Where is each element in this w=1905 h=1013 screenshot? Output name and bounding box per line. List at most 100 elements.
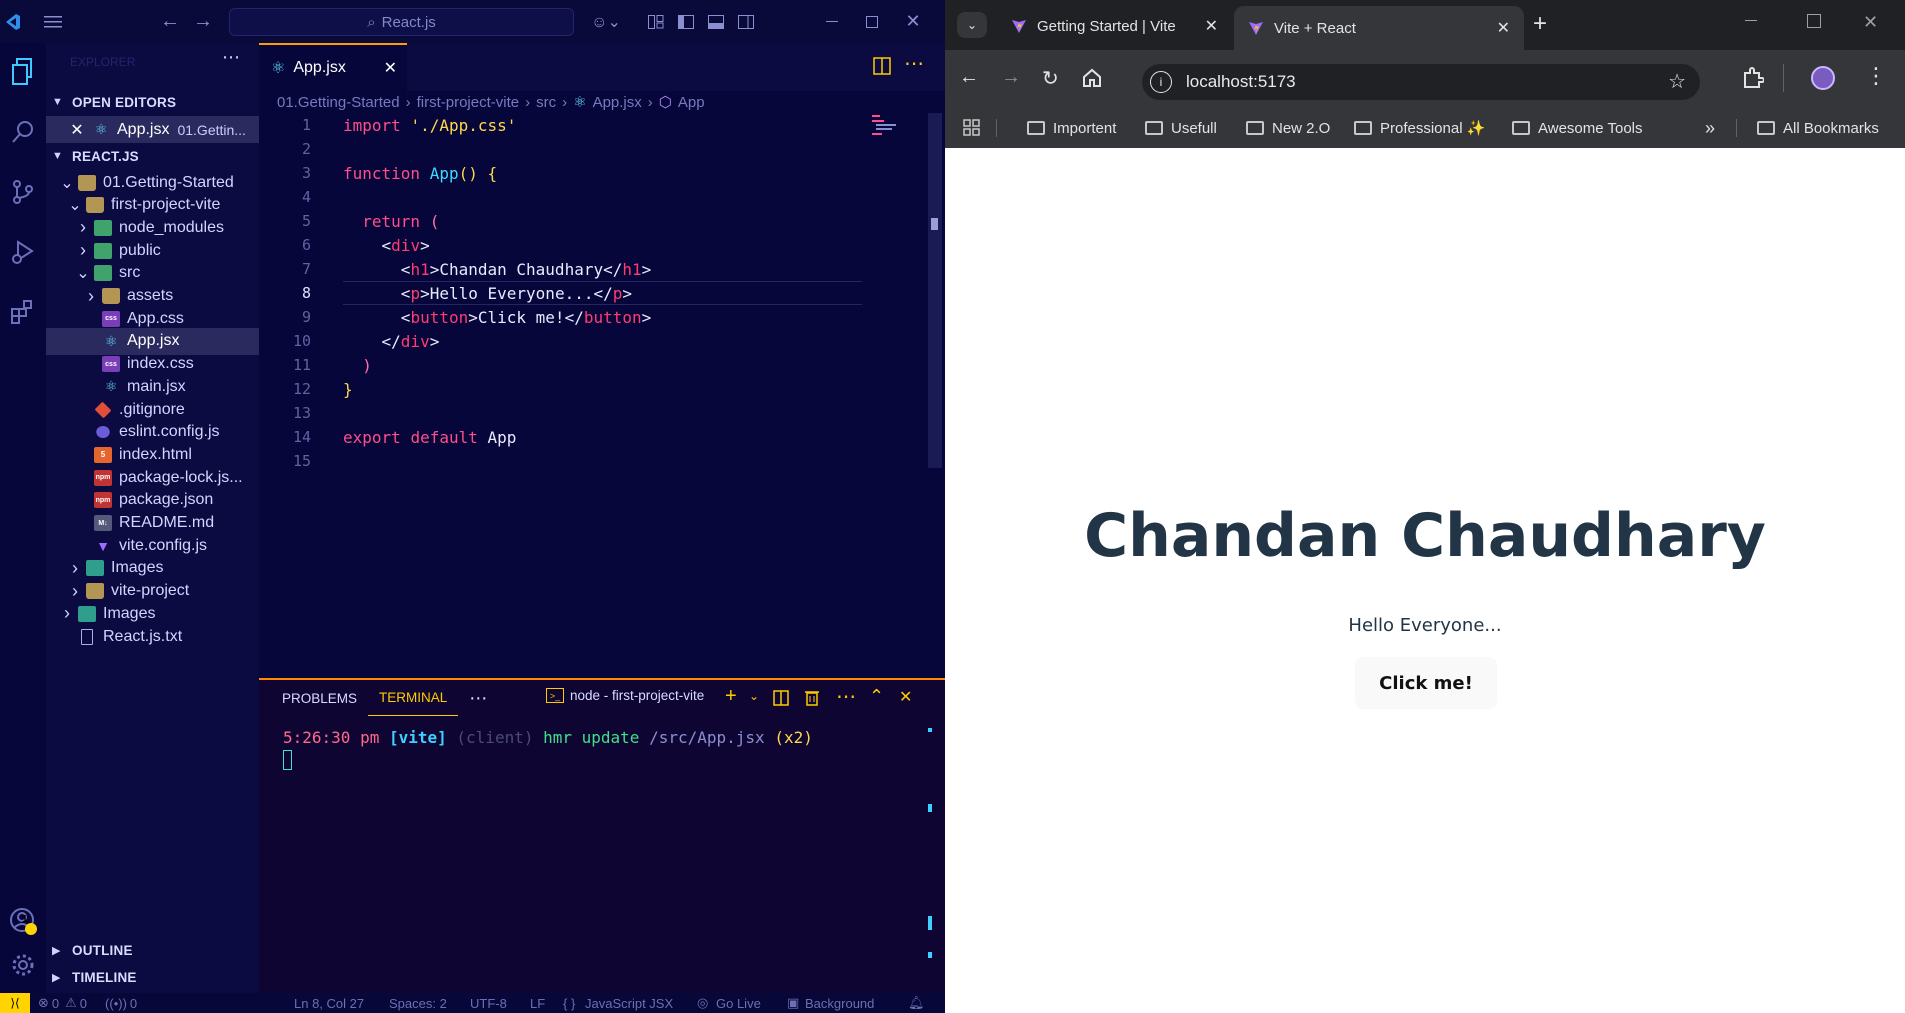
- chevron-down-icon[interactable]: ⌄: [749, 689, 759, 703]
- editor-more-icon[interactable]: ⋯: [904, 51, 924, 76]
- home-icon[interactable]: [1082, 68, 1102, 88]
- new-tab-icon[interactable]: +: [1533, 10, 1547, 38]
- chevron-down-icon[interactable]: ⌄: [76, 263, 90, 283]
- breadcrumb-item[interactable]: App: [678, 94, 705, 111]
- close-window-icon[interactable]: ✕: [1863, 12, 1878, 33]
- split-terminal-icon[interactable]: [773, 690, 789, 706]
- chevron-down-icon[interactable]: ⌄: [60, 173, 74, 193]
- menu-icon[interactable]: [36, 0, 70, 43]
- new-terminal-icon[interactable]: +: [725, 685, 737, 708]
- breadcrumb-item[interactable]: App.jsx: [593, 94, 642, 111]
- chrome-tab-vite-docs[interactable]: Getting Started | Vite ✕: [997, 6, 1232, 46]
- profile-avatar[interactable]: [1811, 66, 1835, 90]
- terminal-more-icon[interactable]: ⋯: [836, 684, 856, 709]
- close-icon[interactable]: ✕: [66, 120, 88, 140]
- code-editor[interactable]: 1 2 3 4 5 6 7 8 9 10 11 12 13 14 15 import './App.css'…: [259, 113, 945, 678]
- bookmark-folder[interactable]: Usefull: [1145, 108, 1217, 148]
- close-tab-icon[interactable]: ✕: [1497, 18, 1510, 38]
- all-bookmarks-folder[interactable]: All Bookmarks: [1757, 108, 1879, 148]
- tab-terminal[interactable]: TERMINAL: [368, 680, 459, 716]
- search-icon[interactable]: [0, 109, 46, 155]
- bookmark-folder[interactable]: New 2.O: [1246, 108, 1330, 148]
- breadcrumb-item[interactable]: src: [536, 94, 556, 111]
- accounts-icon[interactable]: 1: [0, 898, 46, 944]
- back-arrow-icon[interactable]: ←: [155, 0, 185, 43]
- tab-problems[interactable]: PROBLEMS: [271, 680, 368, 716]
- chevron-right-icon[interactable]: ›: [76, 240, 90, 261]
- chrome-tab-vite-react[interactable]: Vite + React ✕: [1234, 6, 1524, 50]
- editor-tab-appjsx[interactable]: ⚛ App.jsx ✕: [259, 43, 407, 91]
- tab-search-icon[interactable]: ⌄: [957, 12, 987, 38]
- toggle-secondary-sidebar-icon[interactable]: [735, 0, 757, 43]
- explorer-icon[interactable]: [0, 49, 46, 95]
- cursor-position[interactable]: Ln 8, Col 27: [294, 996, 364, 1011]
- bookmark-star-icon[interactable]: ☆: [1668, 69, 1686, 94]
- split-editor-icon[interactable]: [873, 57, 891, 75]
- maximize-panel-icon[interactable]: ⌃: [869, 686, 884, 707]
- close-panel-icon[interactable]: ✕: [899, 687, 912, 707]
- command-center-search[interactable]: ⌕ React.js: [229, 8, 574, 36]
- chevron-down-icon[interactable]: ⌄: [68, 195, 82, 215]
- open-editors-header[interactable]: ▼ OPEN EDITORS: [46, 91, 176, 113]
- maximize-icon[interactable]: [1807, 14, 1821, 28]
- minimap[interactable]: [870, 113, 900, 143]
- close-window-icon[interactable]: ✕: [893, 0, 933, 43]
- close-tab-icon[interactable]: ✕: [1205, 16, 1218, 36]
- terminal-scrollbar[interactable]: [928, 728, 932, 968]
- address-bar[interactable]: i localhost:5173 ☆: [1142, 64, 1700, 100]
- editor-scrollbar[interactable]: [928, 113, 942, 468]
- minimize-icon[interactable]: [1745, 14, 1757, 26]
- toggle-sidebar-icon[interactable]: [675, 0, 697, 43]
- bookmark-folder[interactable]: Professional ✨: [1354, 108, 1485, 148]
- source-control-icon[interactable]: [0, 169, 46, 215]
- line-ending[interactable]: LF: [530, 996, 545, 1011]
- site-info-icon[interactable]: i: [1150, 71, 1172, 93]
- trash-icon[interactable]: [805, 689, 819, 706]
- copilot-icon[interactable]: ☺⌄: [586, 0, 626, 43]
- indentation[interactable]: Spaces: 2: [389, 996, 447, 1011]
- chevron-right-icon[interactable]: ›: [84, 286, 98, 307]
- remote-indicator-icon[interactable]: ⟩⟨: [0, 993, 30, 1013]
- outline-header[interactable]: ▶ OUTLINE: [46, 939, 133, 961]
- notifications-bell-icon[interactable]: 🔔︎: [908, 995, 925, 1011]
- settings-gear-icon[interactable]: [0, 942, 46, 988]
- extensions-icon[interactable]: [0, 289, 46, 335]
- chrome-menu-icon[interactable]: ⋮: [1865, 63, 1887, 89]
- workspace-header[interactable]: ▼ REACT.JS: [46, 145, 139, 167]
- open-editor-item[interactable]: ✕ ⚛ App.jsx 01.Gettin...: [46, 116, 259, 143]
- language-mode[interactable]: JavaScript JSX: [585, 996, 673, 1011]
- ports-icon[interactable]: ((•)): [105, 996, 127, 1011]
- reload-icon[interactable]: ↻: [1042, 66, 1059, 91]
- terminal-selector[interactable]: >_ node - first-project-vite: [546, 688, 704, 703]
- chevron-right-icon[interactable]: ›: [60, 603, 74, 624]
- extensions-icon[interactable]: [1742, 67, 1764, 89]
- bookmark-folder[interactable]: Awesome Tools: [1512, 108, 1643, 148]
- apps-grid-icon[interactable]: [963, 108, 981, 148]
- close-tab-icon[interactable]: ✕: [384, 58, 397, 78]
- forward-arrow-icon[interactable]: →: [188, 0, 218, 43]
- maximize-icon[interactable]: [852, 0, 892, 43]
- click-me-button[interactable]: Click me!: [1355, 657, 1497, 709]
- go-live-button[interactable]: Go Live: [716, 996, 761, 1011]
- encoding[interactable]: UTF-8: [470, 996, 507, 1011]
- timeline-header[interactable]: ▶ TIMELINE: [46, 966, 137, 988]
- chevron-right-icon[interactable]: ›: [76, 217, 90, 238]
- breadcrumb-item[interactable]: first-project-vite: [417, 94, 520, 111]
- forward-arrow-icon[interactable]: →: [1001, 66, 1021, 89]
- explorer-more-icon[interactable]: ⋯: [222, 47, 240, 68]
- panel-more-icon[interactable]: ⋯: [458, 680, 498, 716]
- bookmark-folder[interactable]: Importent: [1027, 108, 1116, 148]
- more-bookmarks-icon[interactable]: »: [1705, 108, 1715, 148]
- breadcrumb-item[interactable]: 01.Getting-Started: [277, 94, 400, 111]
- chevron-right-icon[interactable]: ›: [68, 558, 82, 579]
- back-arrow-icon[interactable]: ←: [959, 66, 979, 89]
- toggle-panel-icon[interactable]: [705, 0, 727, 43]
- tree-item[interactable]: React.js.txt: [46, 623, 259, 650]
- background-status[interactable]: Background: [805, 996, 874, 1011]
- minimize-icon[interactable]: [812, 0, 852, 43]
- run-debug-icon[interactable]: [0, 229, 46, 275]
- chevron-right-icon: ▶: [52, 944, 61, 957]
- chevron-right-icon[interactable]: ›: [68, 581, 82, 602]
- layout-customize-icon[interactable]: [645, 0, 667, 43]
- error-icon[interactable]: ⊗: [38, 995, 49, 1011]
